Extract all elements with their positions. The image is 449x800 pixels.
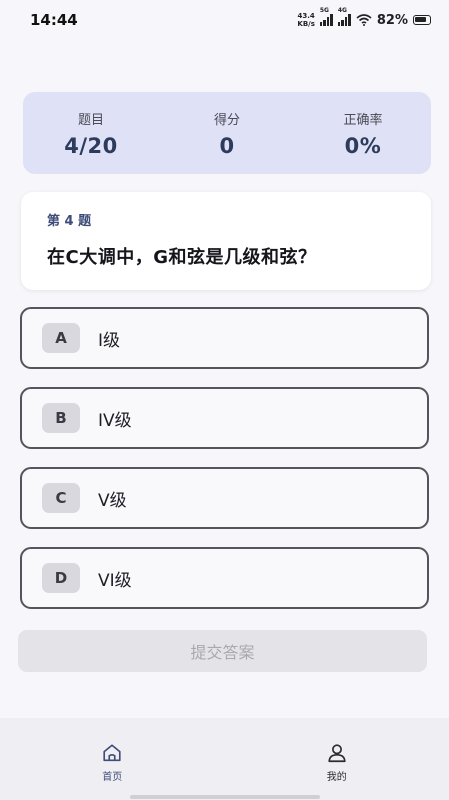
question-number: 第 4 题 bbox=[47, 214, 92, 229]
option-letter: C bbox=[42, 483, 80, 513]
option-text: I级 bbox=[98, 330, 121, 351]
network-speed-value: 43.4 bbox=[297, 12, 315, 20]
question-card: 第 4 题 在C大调中，G和弦是几级和弦？ bbox=[21, 192, 431, 290]
question-text: 在C大调中，G和弦是几级和弦？ bbox=[47, 247, 317, 268]
stat-question-label: 题目 bbox=[77, 112, 104, 128]
nav-profile-label: 我的 bbox=[326, 772, 347, 783]
option-d[interactable]: D VI级 bbox=[20, 547, 429, 609]
status-indicators: 43.4 KB/s 5G 4G 82% bbox=[297, 7, 431, 28]
option-letter: B bbox=[42, 403, 80, 433]
bottom-nav: 首页 我的 bbox=[0, 718, 449, 800]
home-indicator bbox=[130, 795, 320, 799]
status-time: 14:44 bbox=[30, 11, 78, 29]
user-icon bbox=[328, 744, 346, 763]
stat-accuracy: 正确率 0% bbox=[303, 109, 423, 158]
nav-profile[interactable]: 我的 bbox=[277, 742, 397, 783]
submit-answer-button[interactable]: 提交答案 bbox=[18, 630, 427, 672]
option-c[interactable]: C V级 bbox=[20, 467, 429, 529]
option-a[interactable]: A I级 bbox=[20, 307, 429, 369]
battery-icon bbox=[413, 15, 431, 25]
stat-score-label: 得分 bbox=[213, 112, 240, 128]
option-letter: D bbox=[42, 563, 80, 593]
option-text: V级 bbox=[98, 490, 127, 511]
stats-card: 题目 4/20 得分 0 正确率 0% bbox=[23, 92, 431, 174]
status-bar: 14:44 43.4 KB/s 5G 4G 82% bbox=[0, 0, 449, 40]
stat-accuracy-label: 正确率 bbox=[343, 112, 383, 128]
nav-home[interactable]: 首页 bbox=[52, 742, 172, 783]
sim1-label: 5G bbox=[319, 7, 329, 14]
option-letter: A bbox=[42, 323, 80, 353]
battery-percent: 82% bbox=[376, 12, 408, 28]
option-text: IV级 bbox=[98, 410, 132, 431]
network-speed-unit: KB/s bbox=[297, 20, 315, 28]
signal-4g-icon: 4G bbox=[337, 7, 351, 26]
sim2-label: 4G bbox=[337, 7, 347, 14]
stat-accuracy-value: 0% bbox=[344, 133, 382, 158]
stat-question: 题目 4/20 bbox=[31, 109, 151, 158]
option-b[interactable]: B IV级 bbox=[20, 387, 429, 449]
stat-score: 得分 0 bbox=[167, 109, 287, 158]
network-speed: 43.4 KB/s bbox=[297, 12, 314, 28]
stat-score-value: 0 bbox=[219, 133, 235, 158]
wifi-icon bbox=[356, 14, 372, 26]
home-icon bbox=[103, 744, 121, 762]
option-text: VI级 bbox=[98, 570, 132, 591]
signal-5g-icon: 5G bbox=[319, 7, 333, 26]
nav-home-label: 首页 bbox=[102, 772, 123, 783]
stat-question-value: 4/20 bbox=[64, 133, 118, 158]
